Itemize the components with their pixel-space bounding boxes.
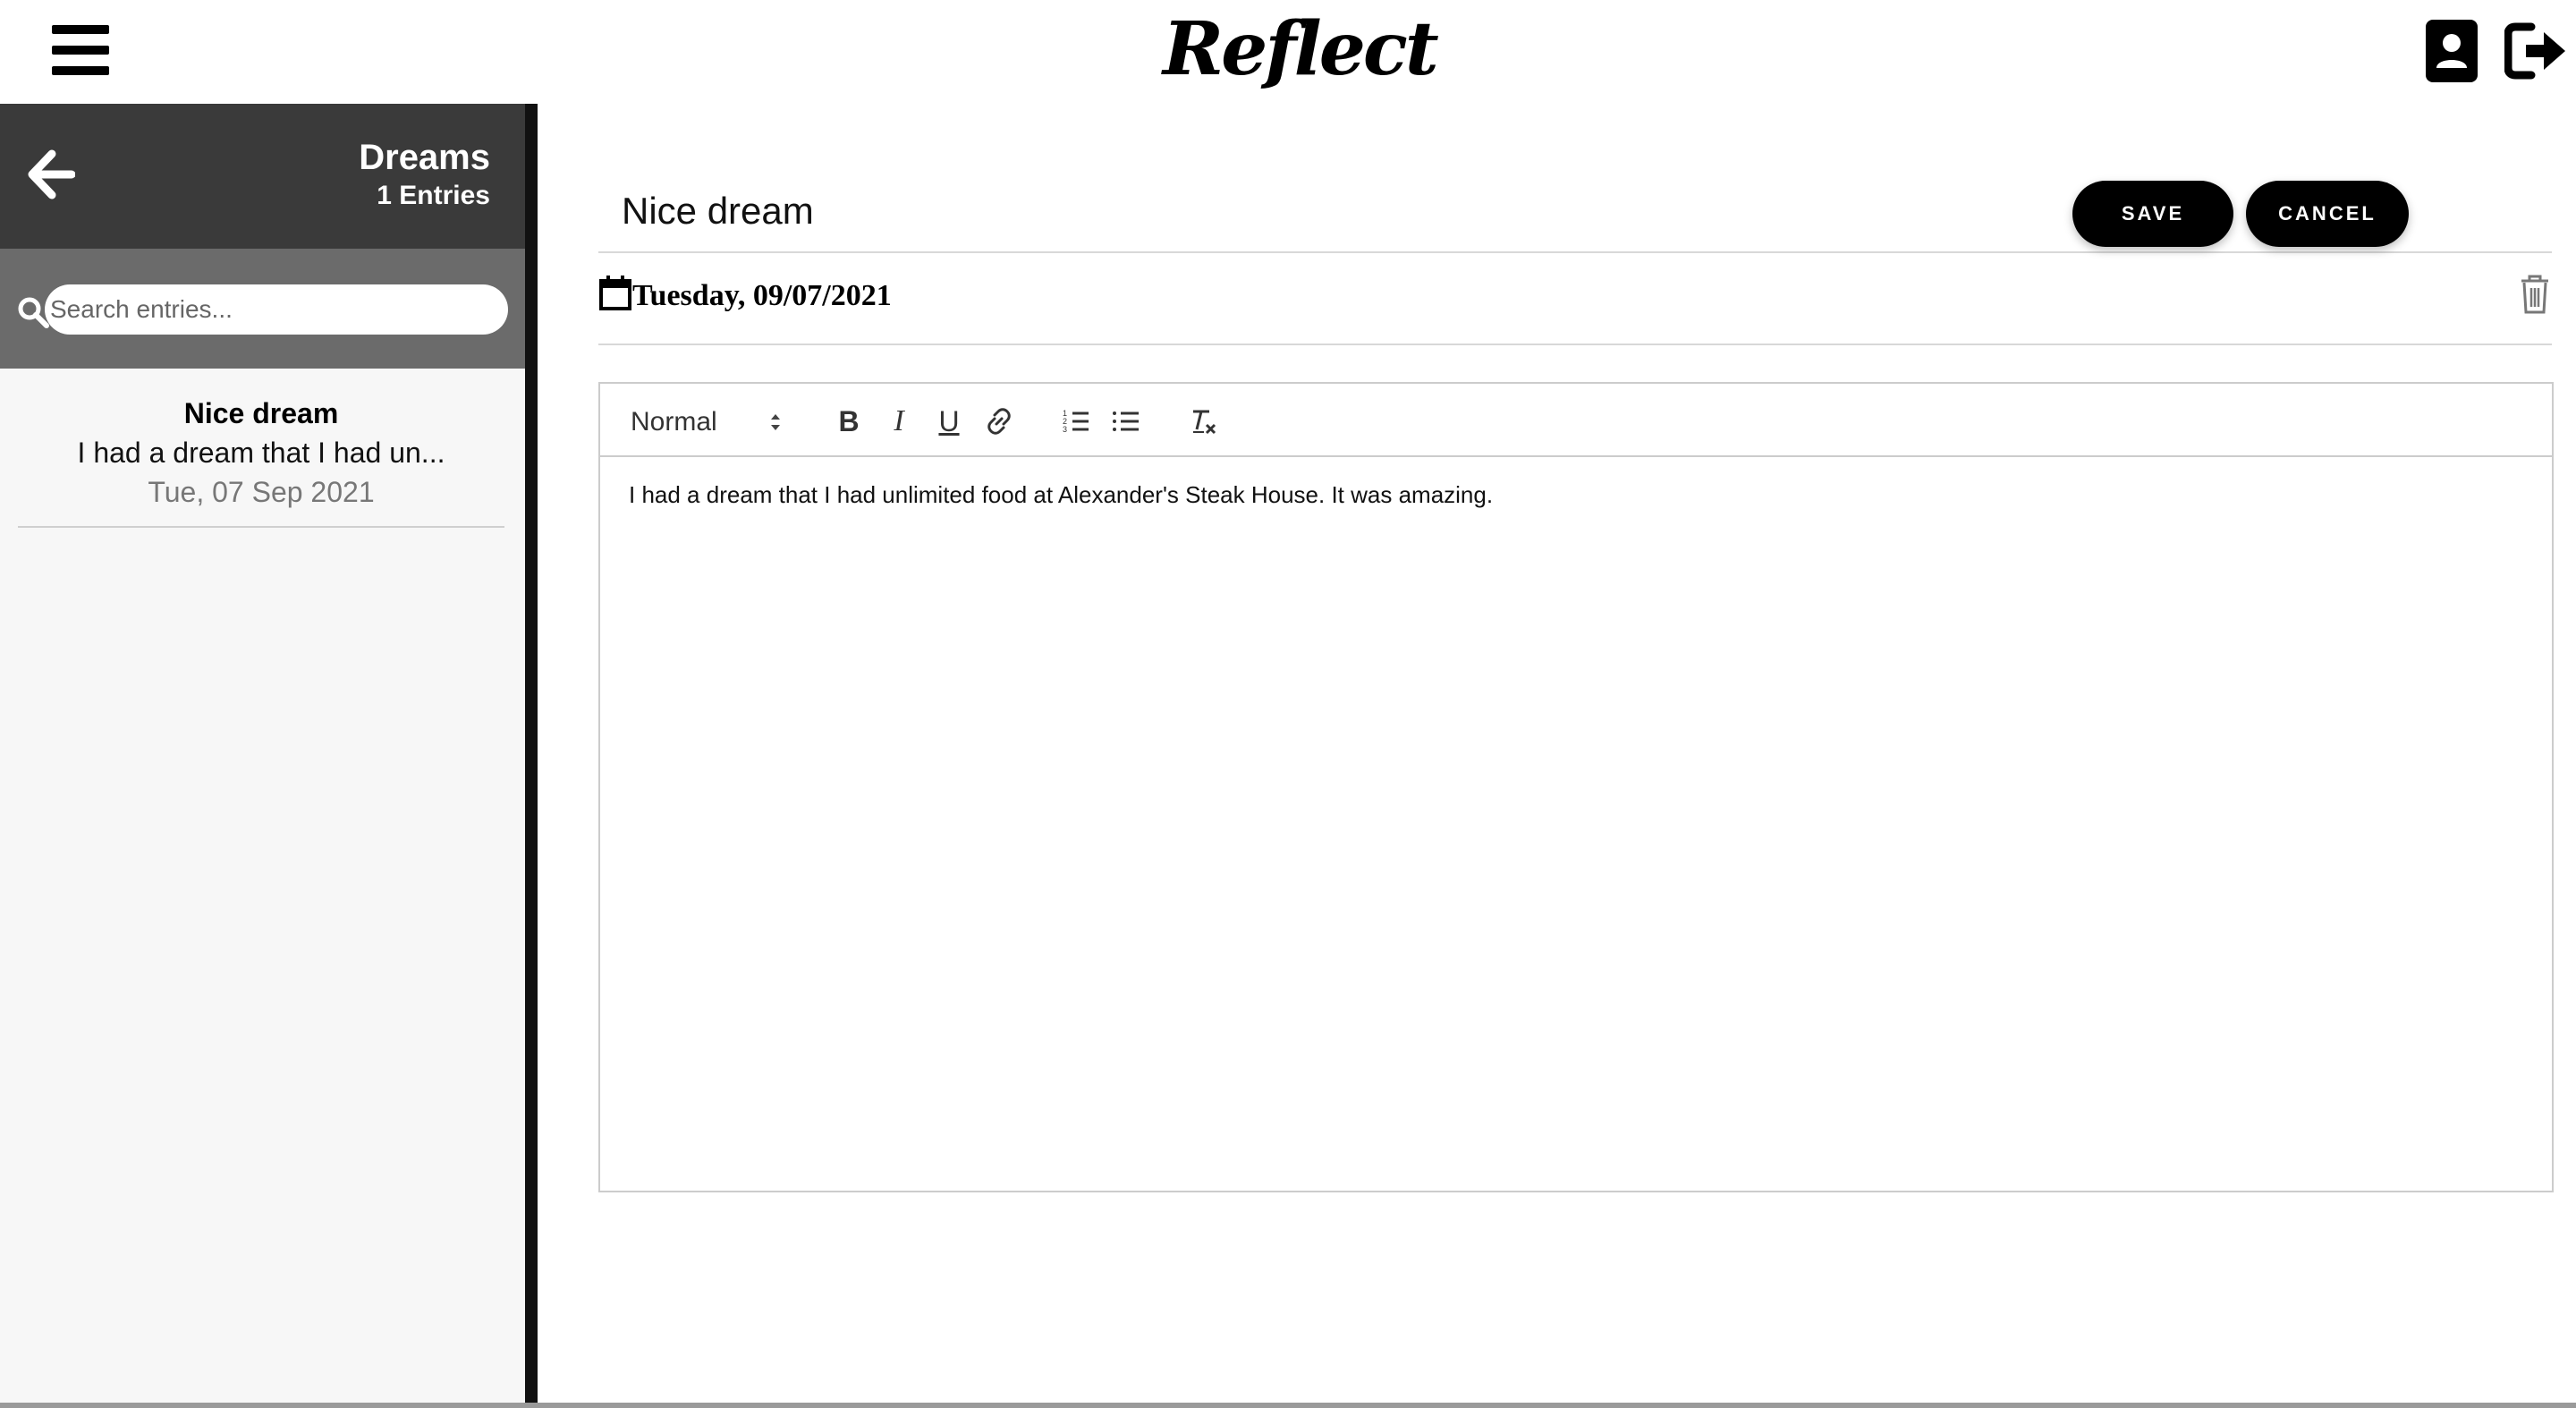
cancel-button[interactable]: CANCEL xyxy=(2246,181,2409,247)
rich-text-editor: Normal B I U 1 2 3 I had a dream that I … xyxy=(598,382,2554,1192)
window-bottom-edge xyxy=(0,1403,2576,1408)
editor-toolbar: Normal B I U 1 2 3 xyxy=(600,384,2552,457)
italic-button[interactable]: I xyxy=(879,402,919,441)
entry-date: Tue, 07 Sep 2021 xyxy=(148,476,375,508)
top-bar: Reflect xyxy=(0,0,2576,104)
text-format-select[interactable]: Normal xyxy=(631,403,783,439)
folder-header: Dreams 1 Entries xyxy=(0,104,526,249)
link-button[interactable] xyxy=(979,402,1019,441)
back-arrow-icon[interactable] xyxy=(25,147,75,202)
entry-snippet: I had a dream that I had un... xyxy=(77,437,445,469)
trash-icon[interactable] xyxy=(2518,274,2552,315)
sidebar-divider xyxy=(525,104,538,1408)
save-button[interactable]: SAVE xyxy=(2072,181,2233,247)
hamburger-menu-icon[interactable] xyxy=(52,23,109,75)
ordered-list-icon: 1 2 3 xyxy=(1063,409,1089,434)
bullet-list-button[interactable] xyxy=(1106,402,1146,441)
user-profile-icon[interactable] xyxy=(2424,18,2479,84)
entry-title: Nice dream xyxy=(183,397,339,429)
app-logo: Reflect xyxy=(1163,6,1439,92)
bold-button[interactable]: B xyxy=(829,402,869,441)
clear-formatting-icon xyxy=(1193,410,1216,435)
bullet-list-icon xyxy=(1113,411,1139,431)
search-bar xyxy=(0,249,526,369)
svg-text:3: 3 xyxy=(1063,425,1067,434)
text-format-value: Normal xyxy=(631,407,717,437)
title-divider xyxy=(598,251,2552,253)
underline-button[interactable]: U xyxy=(929,402,969,441)
entry-editor: SAVE CANCEL Tuesday, 09/07/2021 Normal xyxy=(538,104,2576,1408)
entry-date-label[interactable]: Tuesday, 09/07/2021 xyxy=(632,279,892,313)
date-divider xyxy=(598,344,2552,345)
date-row: Tuesday, 09/07/2021 xyxy=(598,274,2552,344)
ordered-list-button[interactable]: 1 2 3 xyxy=(1056,402,1096,441)
search-input[interactable] xyxy=(45,284,508,335)
sidebar: Dreams 1 Entries Nice dream I had a drea… xyxy=(0,104,528,1408)
entry-count: 1 Entries xyxy=(377,181,490,210)
entry-list-item[interactable]: Nice dream I had a dream that I had un..… xyxy=(18,386,504,528)
entry-title-input[interactable] xyxy=(622,174,1981,249)
calendar-icon[interactable] xyxy=(598,276,632,311)
logout-icon[interactable] xyxy=(2504,18,2567,84)
editor-content[interactable]: I had a dream that I had unlimited food … xyxy=(629,479,2525,511)
link-icon xyxy=(987,408,1011,435)
select-arrows-icon xyxy=(771,414,780,430)
folder-title: Dreams xyxy=(359,138,490,177)
clear-formatting-button[interactable] xyxy=(1183,402,1223,441)
